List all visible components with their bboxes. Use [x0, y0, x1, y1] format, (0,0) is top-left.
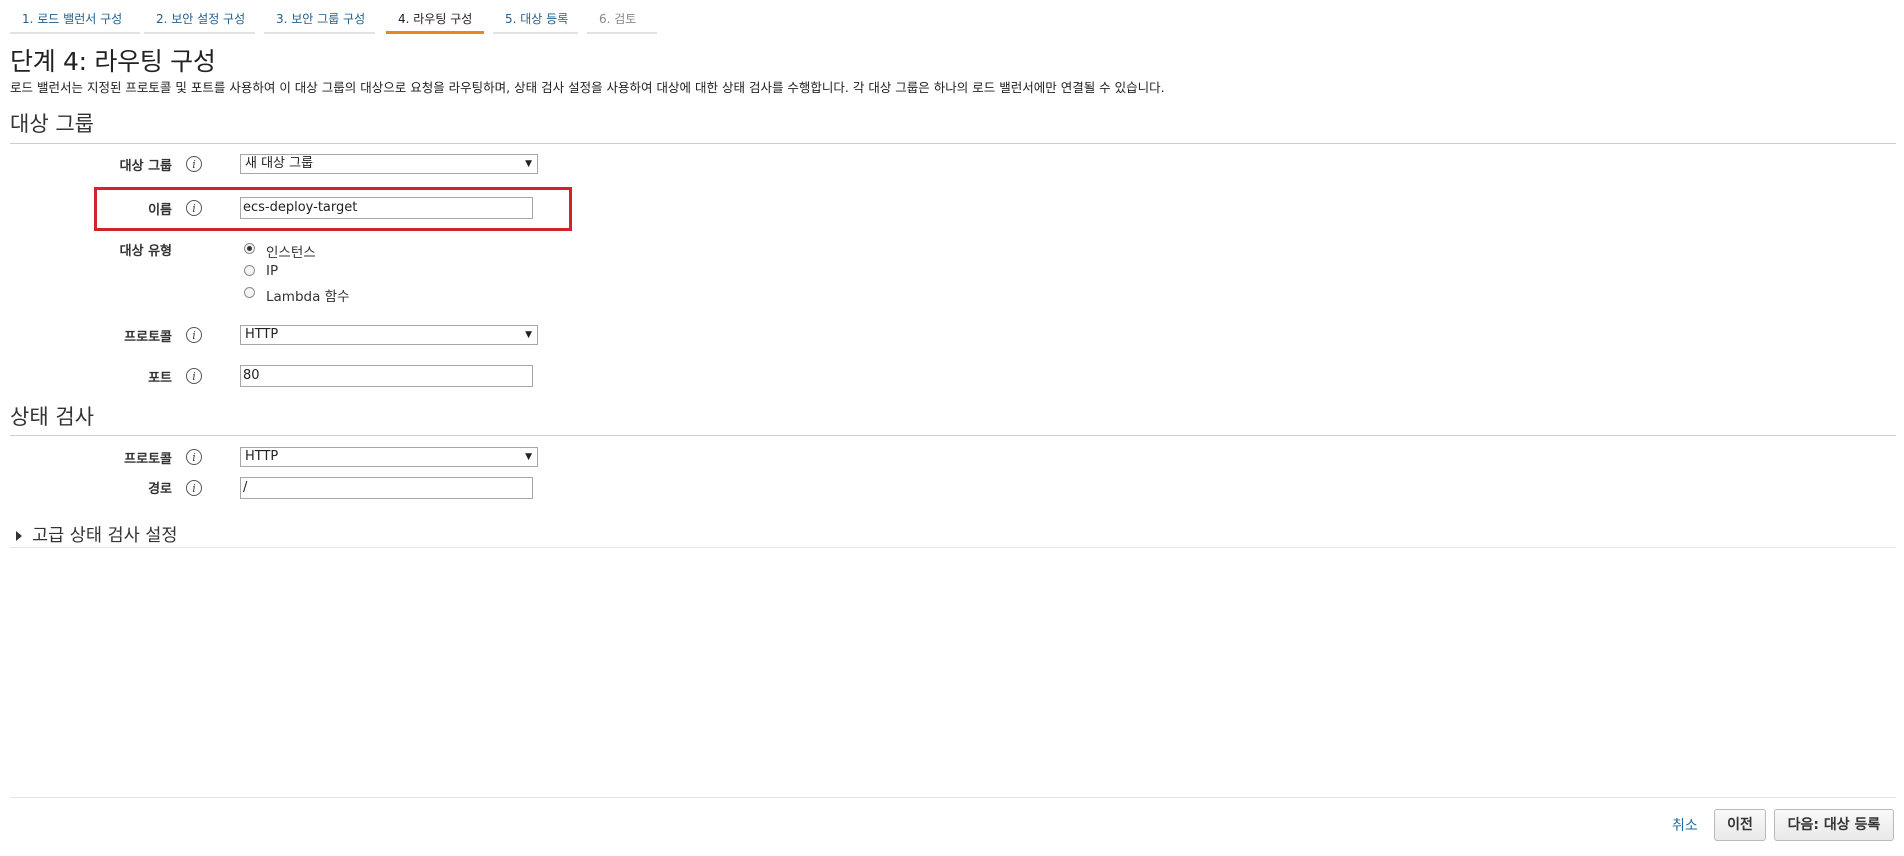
- radio-button[interactable]: [244, 243, 255, 254]
- section-divider: [10, 435, 1896, 436]
- advanced-health-check-toggle[interactable]: 고급 상태 검사 설정: [16, 522, 178, 547]
- footer-divider: [10, 797, 1896, 798]
- protocol-select-value: HTTP: [245, 327, 279, 342]
- protocol-select[interactable]: HTTP ▼: [240, 325, 538, 345]
- step-tab-3[interactable]: 3. 보안 그룹 구성: [264, 0, 375, 34]
- previous-button[interactable]: 이전: [1714, 809, 1766, 841]
- step-tab-4[interactable]: 4. 라우팅 구성: [386, 0, 484, 34]
- path-input[interactable]: /: [240, 477, 533, 499]
- port-input[interactable]: 80: [240, 365, 533, 387]
- step-tab-label: 4. 라우팅 구성: [398, 12, 473, 26]
- page-description: 로드 밸런서는 지정된 프로토콜 및 포트를 사용하여 이 대상 그룹의 대상으…: [10, 80, 1165, 95]
- path-label: 경로: [148, 482, 172, 497]
- info-icon[interactable]: i: [186, 449, 202, 465]
- next-button[interactable]: 다음: 대상 등록: [1774, 809, 1894, 841]
- info-icon[interactable]: i: [186, 200, 202, 216]
- name-input[interactable]: ecs-deploy-target: [240, 197, 533, 219]
- step-tab-1[interactable]: 1. 로드 밸런서 구성: [10, 0, 140, 34]
- section-divider: [10, 547, 1896, 548]
- caret-right-icon: [16, 531, 22, 541]
- radio-button[interactable]: [244, 287, 255, 298]
- health-check-protocol-value: HTTP: [245, 449, 279, 464]
- dropdown-arrow-icon: ▼: [525, 330, 532, 340]
- dropdown-arrow-icon: ▼: [525, 159, 532, 169]
- page-title: 단계 4: 라우팅 구성: [10, 47, 216, 76]
- radio-button[interactable]: [244, 265, 255, 276]
- info-icon[interactable]: i: [186, 480, 202, 496]
- target-group-select-value: 새 대상 그룹: [245, 156, 314, 171]
- step-tab-2[interactable]: 2. 보안 설정 구성: [144, 0, 255, 34]
- step-tab-5[interactable]: 5. 대상 등록: [493, 0, 578, 34]
- health-check-section-title: 상태 검사: [10, 405, 94, 429]
- step-tab-label: 1. 로드 밸런서 구성: [22, 12, 123, 26]
- info-icon[interactable]: i: [186, 368, 202, 384]
- health-check-protocol-select[interactable]: HTTP ▼: [240, 447, 538, 467]
- target-group-label: 대상 그룹: [119, 159, 172, 174]
- radio-label: Lambda 함수: [266, 289, 350, 305]
- dropdown-arrow-icon: ▼: [525, 452, 532, 462]
- step-tab-label: 3. 보안 그룹 구성: [276, 12, 366, 26]
- step-tab-label: 5. 대상 등록: [505, 12, 569, 26]
- info-icon[interactable]: i: [186, 156, 202, 172]
- target-type-label: 대상 유형: [119, 244, 172, 259]
- name-label: 이름: [148, 203, 172, 218]
- target-group-section-title: 대상 그룹: [10, 112, 94, 136]
- section-divider: [10, 143, 1896, 144]
- info-icon[interactable]: i: [186, 327, 202, 343]
- cancel-link[interactable]: 취소: [1672, 815, 1698, 835]
- radio-label: 인스턴스: [266, 245, 316, 261]
- health-check-protocol-label: 프로토콜: [124, 452, 172, 467]
- protocol-label: 프로토콜: [124, 330, 172, 345]
- advanced-health-check-label: 고급 상태 검사 설정: [32, 526, 178, 546]
- step-tab-label: 6. 검토: [599, 12, 637, 26]
- port-label: 포트: [148, 371, 172, 386]
- target-group-select[interactable]: 새 대상 그룹 ▼: [240, 154, 538, 174]
- radio-label: IP: [266, 263, 279, 279]
- step-tab-6: 6. 검토: [587, 0, 657, 34]
- step-tab-label: 2. 보안 설정 구성: [156, 12, 246, 26]
